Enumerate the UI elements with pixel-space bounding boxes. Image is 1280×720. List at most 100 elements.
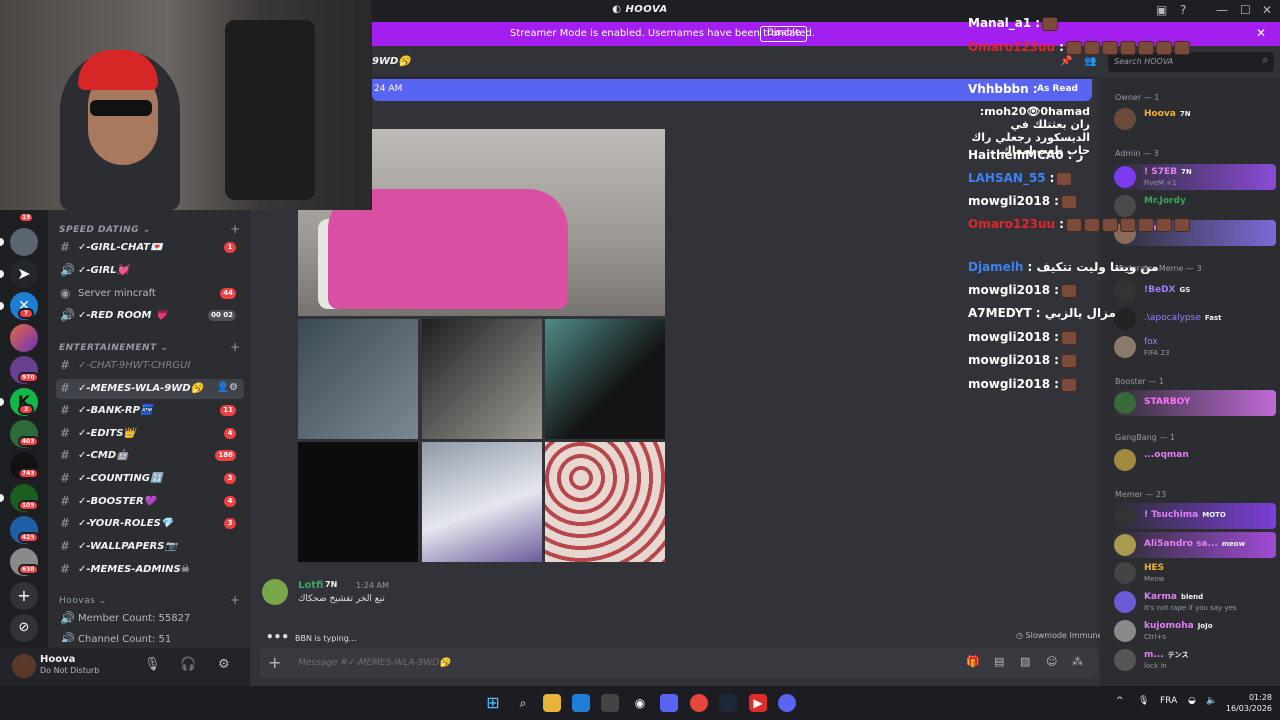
channel-wallpapers[interactable]: # ✓-WALLPAPERS📷	[56, 537, 244, 557]
member-item[interactable]: ! Tsuchima MOTO	[1110, 503, 1276, 529]
image-attachment[interactable]	[545, 319, 665, 439]
avatar[interactable]	[262, 579, 288, 605]
member-item[interactable]: Karma blend It's not rape if you say yes	[1110, 589, 1276, 615]
channel-bank-rp[interactable]: # ✓-BANK-RP🏧 11	[56, 401, 244, 421]
image-attachment[interactable]	[298, 319, 418, 439]
channel-memes-admins[interactable]: # ✓-MEMES-ADMINS☠	[56, 560, 244, 580]
steam-icon[interactable]	[719, 694, 737, 712]
channel-server-mincraft[interactable]: ◉ Server mincraft 44	[56, 284, 244, 304]
search-icon[interactable]: ⌕	[514, 694, 532, 712]
server-icon[interactable]	[10, 324, 38, 352]
overlay-chat-line: Omaro123uu:	[968, 217, 1190, 232]
windows-start-icon[interactable]: ⊞	[484, 694, 502, 712]
mark-as-read[interactable]: As Read	[1037, 84, 1078, 94]
role-header: Booster — 1	[1115, 377, 1164, 386]
apps-icon[interactable]: ⁂	[1072, 655, 1083, 668]
discover-icon[interactable]: ⊘	[10, 614, 38, 642]
member-item[interactable]: STARBOY	[1110, 390, 1276, 416]
username[interactable]: Hoova	[40, 654, 75, 665]
emote-icon	[1065, 217, 1082, 232]
disable-streamer-button[interactable]: Disable	[760, 26, 808, 42]
minimize-icon[interactable]: —	[1216, 3, 1228, 17]
member-item[interactable]: Mr.Jordy	[1110, 193, 1276, 219]
member-list-icon[interactable]: 👥	[1084, 56, 1096, 67]
store-icon[interactable]	[601, 694, 619, 712]
gear-icon[interactable]: ⚙	[218, 657, 230, 672]
channel-red-room[interactable]: 🔊 ✓-RED ROOM 💗 00 02	[56, 306, 244, 326]
channel-edits[interactable]: # ✓-EDITS👑 4	[56, 424, 244, 444]
media-player-icon[interactable]: ▶	[749, 694, 767, 712]
gif-icon[interactable]: ▤	[994, 655, 1004, 668]
image-attachment[interactable]	[422, 319, 542, 439]
help-icon[interactable]: ?	[1180, 3, 1186, 17]
channel-girl-chat[interactable]: # ✓-GIRL-CHAT💌 1	[56, 238, 244, 258]
add-channel-icon[interactable]: +	[230, 222, 240, 236]
add-channel-icon[interactable]: +	[230, 340, 240, 354]
emoji-icon[interactable]: ☺	[1046, 655, 1057, 668]
avatar	[1114, 108, 1136, 130]
add-channel-icon[interactable]: +	[230, 593, 240, 607]
close-banner-icon[interactable]: ✕	[1256, 26, 1266, 40]
chrome-icon[interactable]	[690, 694, 708, 712]
member-item[interactable]: ! S7EB 7N FiveM +1	[1110, 164, 1276, 190]
search-bar[interactable]: Search HOOVA ⌕	[1108, 52, 1274, 72]
message-author[interactable]: Lotfi	[298, 580, 323, 591]
system-clock[interactable]: 01:28 16/03/2026	[1222, 692, 1272, 714]
channel-settings-icon[interactable]: 👤⚙	[217, 382, 238, 393]
discord-icon[interactable]	[778, 694, 796, 712]
wifi-icon[interactable]: ◒	[1188, 696, 1196, 706]
overlay-chat-line: mowgli2018:	[968, 283, 1077, 298]
member-item[interactable]: Ali5andro sa... meow	[1110, 532, 1276, 558]
member-item[interactable]: .\apocalypse Fast	[1110, 306, 1276, 332]
channel-cmd[interactable]: # ✓-CMD🤖 186	[56, 446, 244, 466]
member-item[interactable]: Hoova 7N	[1110, 106, 1276, 132]
inbox-icon[interactable]: ▣	[1156, 3, 1167, 17]
channel-girl-voice[interactable]: 🔊 ✓-GIRL💓	[56, 261, 244, 281]
avatar[interactable]	[12, 654, 36, 678]
category-entertainement[interactable]: ENTERTAINEMENT ⌄	[59, 343, 168, 353]
chevron-up-icon[interactable]: ^	[1116, 696, 1124, 706]
server-icon[interactable]: ➤	[10, 260, 38, 288]
app-icon[interactable]	[660, 694, 678, 712]
edge-icon[interactable]	[572, 694, 590, 712]
member-item[interactable]: fox FIFA 23	[1110, 334, 1276, 360]
message-input-bar[interactable]: + Message #✓-MEMES-WLA-9WD🥱 🎁 ▤ ▧ ☺ ⁂	[260, 648, 1098, 678]
channel-member-count[interactable]: 🔊 Member Count: 55827	[56, 609, 244, 629]
headphones-icon[interactable]: 🎧	[180, 657, 196, 672]
language-indicator[interactable]: FRA	[1160, 696, 1177, 706]
category-hoovas[interactable]: Hoovas ⌄	[59, 596, 107, 606]
close-window-icon[interactable]: ✕	[1262, 3, 1272, 17]
server-icon[interactable]	[10, 228, 38, 256]
channel-chat-9hwt[interactable]: # ✓-CHAT-9HWT-CHRGUI	[56, 356, 244, 376]
message-input[interactable]: Message #✓-MEMES-WLA-9WD🥱	[298, 658, 450, 668]
file-explorer-icon[interactable]	[543, 694, 561, 712]
member-item[interactable]: kujomoha JoJo Ctrl+s	[1110, 618, 1276, 644]
add-attachment-icon[interactable]: +	[268, 653, 281, 672]
volume-icon[interactable]: 🔈	[1206, 696, 1217, 706]
category-speed-dating[interactable]: SPEED DATING ⌄	[59, 225, 151, 235]
add-server-icon[interactable]: +	[10, 582, 38, 610]
channel-counting[interactable]: # ✓-COUNTING🔢 3	[56, 469, 244, 489]
member-item[interactable]: HES Meow	[1110, 560, 1276, 586]
overlay-username: Omaro123uu	[968, 217, 1056, 231]
gift-icon[interactable]: 🎁	[966, 655, 980, 668]
channel-memes-wla-9wd[interactable]: # ✓-MEMES-WLA-9WD🥱 👤⚙	[56, 379, 244, 399]
maximize-icon[interactable]: ☐	[1240, 3, 1251, 17]
member-item[interactable]: ...oqman	[1110, 447, 1276, 473]
obs-icon[interactable]: ◉	[631, 694, 649, 712]
channel-label: ✓-GIRL-CHAT💌	[78, 242, 163, 253]
pin-icon[interactable]: 📌	[1060, 56, 1072, 67]
image-attachment[interactable]	[422, 442, 542, 562]
member-item[interactable]: !BeDX GS	[1110, 278, 1276, 304]
channel-your-roles[interactable]: # ✓-YOUR-ROLES💎 3	[56, 514, 244, 534]
hash-icon: #	[60, 381, 71, 395]
microphone-icon[interactable]: 🎙	[144, 657, 161, 672]
image-attachment[interactable]	[298, 442, 418, 562]
member-item[interactable]: m... テンス lock in	[1110, 647, 1276, 673]
image-attachment[interactable]	[545, 442, 665, 562]
channel-booster[interactable]: # ✓-BOOSTER💜 4	[56, 492, 244, 512]
microphone-icon[interactable]: 🎙	[1138, 696, 1149, 706]
sticker-icon[interactable]: ▧	[1020, 655, 1030, 668]
channel-channel-count[interactable]: 🔊 Channel Count: 51	[56, 630, 244, 642]
typing-text: BBN is typing...	[295, 634, 357, 643]
